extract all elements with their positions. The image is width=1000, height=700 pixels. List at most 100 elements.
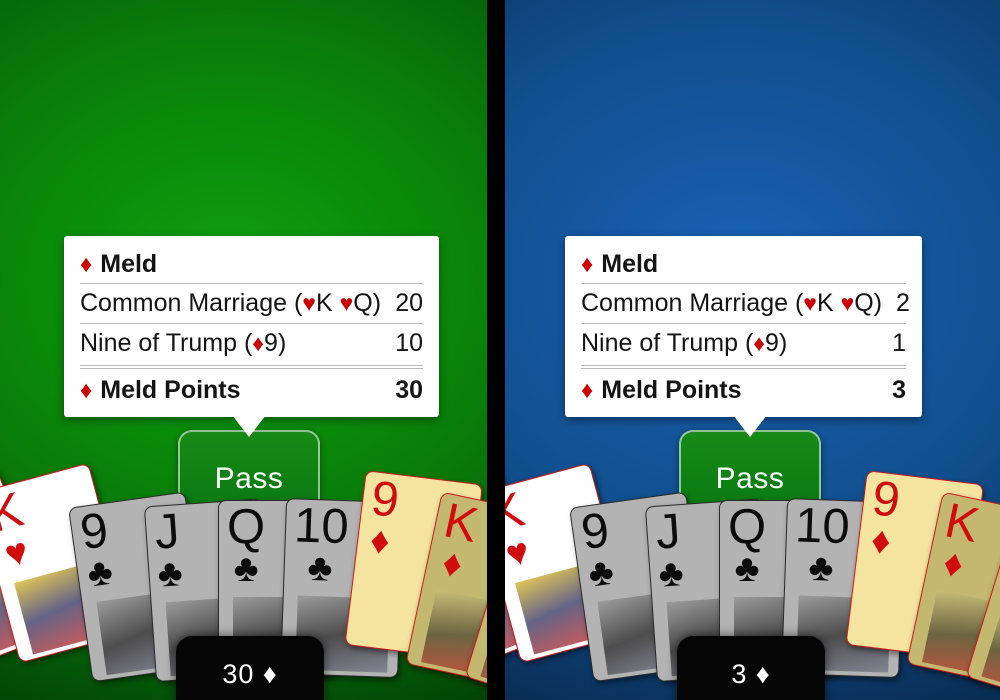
- tooltip-tail-right: [733, 415, 767, 437]
- card-corner: Q ♣: [227, 500, 266, 590]
- card-face-art: [981, 605, 1000, 700]
- meld-row-suffix: ): [778, 329, 788, 357]
- meld-row-prefix: Common Marriage (: [581, 289, 804, 317]
- card-suit-pip: ♣: [734, 548, 760, 590]
- meld-points-row: ♦ Meld Points 3: [581, 369, 906, 405]
- screenshot-stage: Pass Q ♥ K ♥ 9 ♣ J: [0, 0, 1000, 700]
- card-rank: 9: [368, 471, 402, 529]
- card-suit-pip: ♣: [585, 550, 617, 596]
- card-corner: K ♥: [0, 482, 38, 577]
- meld-row-value: 20: [395, 289, 423, 317]
- meld-row-common-marriage: Common Marriage (♥ K ♥ Q) 20: [80, 284, 423, 323]
- score-suit-icon: ♦: [262, 659, 278, 689]
- card-corner: J ♣: [654, 504, 685, 596]
- card-rank: 10: [293, 498, 350, 555]
- card-suit-pip: ♣: [84, 550, 116, 596]
- meld-row-prefix: Nine of Trump (: [581, 329, 754, 357]
- meld-tooltip-header: ♦ Meld: [581, 250, 906, 283]
- card-suit-pip: ♣: [657, 552, 685, 596]
- diamond-icon: ♦: [581, 251, 594, 278]
- meld-points-text: Meld Points: [100, 376, 241, 404]
- score-value: 3: [731, 659, 748, 689]
- meld-row-common-marriage: Common Marriage (♥ K ♥ Q) 2: [581, 284, 910, 323]
- meld-row-suffix: ): [873, 289, 883, 317]
- meld-points-label: ♦ Meld Points: [581, 376, 742, 405]
- meld-row-value: 2: [896, 289, 910, 317]
- card-rank: 9: [869, 471, 903, 529]
- card-corner: 9 ♦: [865, 471, 903, 564]
- card-corner: 9 ♣: [77, 503, 116, 596]
- meld-tooltip-left: ♦ Meld Common Marriage (♥ K ♥ Q) 20 Nine o…: [64, 236, 439, 417]
- meld-row-value: 1: [892, 329, 906, 357]
- meld-points-row: ♦ Meld Points 30: [80, 369, 423, 405]
- card-suit-pip: ♥: [0, 530, 34, 577]
- heart-icon-a: ♥: [302, 290, 316, 316]
- meld-header-label: ♦ Meld: [80, 250, 157, 279]
- meld-header-text: Meld: [601, 250, 659, 278]
- meld-row-rank-a: 9: [765, 329, 779, 357]
- card-rank: 10: [794, 498, 851, 555]
- meld-points-value: 3: [892, 376, 906, 404]
- meld-row-suffix: ): [277, 329, 287, 357]
- heart-icon-b: ♥: [840, 290, 855, 316]
- card-rank: Q: [227, 500, 266, 554]
- score-pill-right[interactable]: 3 ♦: [677, 636, 825, 700]
- meld-tooltip-right: ♦ Meld Common Marriage (♥ K ♥ Q) 2 Nine of…: [565, 236, 922, 417]
- meld-row-label: Nine of Trump (♦ 9): [80, 329, 286, 358]
- pass-button-label: Pass: [715, 462, 785, 495]
- meld-row-nine-of-trump: Nine of Trump (♦ 9) 10: [80, 324, 423, 363]
- diamond-icon: ♦: [80, 251, 93, 278]
- meld-row-prefix: Common Marriage (: [80, 289, 303, 317]
- score-pill-text: 3 ♦: [677, 659, 825, 690]
- meld-points-label: ♦ Meld Points: [80, 376, 241, 405]
- heart-icon-a: ♥: [803, 290, 817, 316]
- diamond-icon-a: ♦: [252, 330, 265, 356]
- score-pill-left[interactable]: 30 ♦: [176, 636, 324, 700]
- green-table-panel: Pass Q ♥ K ♥ 9 ♣ J: [0, 0, 487, 700]
- card-rank: Q: [728, 500, 767, 554]
- card-suit-pip: ♣: [233, 548, 259, 590]
- card-corner: 10 ♣: [793, 498, 851, 590]
- diamond-icon: ♦: [581, 377, 594, 404]
- meld-header-text: Meld: [100, 250, 158, 278]
- score-pill-text: 30 ♦: [176, 659, 324, 690]
- meld-row-label: Common Marriage (♥ K ♥ Q): [581, 289, 882, 318]
- card-suit-pip: ♣: [156, 552, 184, 596]
- card-corner: Q ♣: [728, 500, 767, 590]
- card-corner: J ♣: [153, 504, 184, 596]
- blue-table-panel: Pass Q ♥ K ♥ 9 ♣ J: [505, 0, 1000, 700]
- meld-points-text: Meld Points: [601, 376, 742, 404]
- meld-row-nine-of-trump: Nine of Trump (♦ 9) 1: [581, 324, 906, 363]
- card-corner: K ♥: [505, 482, 539, 576]
- card-corner: K ♦: [933, 493, 983, 586]
- diamond-icon: ♦: [80, 377, 93, 404]
- meld-row-rank-a: 9: [264, 329, 278, 357]
- meld-row-label: Nine of Trump (♦ 9): [581, 329, 787, 358]
- card-suit-pip: ♣: [306, 546, 334, 590]
- meld-row-rank-b: Q: [353, 289, 373, 317]
- score-suit-icon: ♦: [755, 659, 771, 689]
- card-rank: J: [654, 504, 683, 560]
- meld-row-prefix: Nine of Trump (: [80, 329, 253, 357]
- score-value: 30: [222, 659, 255, 689]
- meld-row-rank-a: K: [315, 289, 333, 317]
- heart-icon-b: ♥: [339, 290, 354, 316]
- card-suit-pip: ♣: [807, 546, 835, 590]
- meld-row-rank-a: K: [816, 289, 834, 317]
- meld-row-label: Common Marriage (♥ K ♥ Q): [80, 289, 381, 318]
- diamond-icon-a: ♦: [753, 330, 766, 356]
- card-face-art: [480, 605, 487, 700]
- card-corner: K ♦: [432, 493, 482, 586]
- card-corner: 10 ♣: [292, 498, 350, 590]
- meld-row-rank-b: Q: [854, 289, 874, 317]
- panel-divider: [487, 0, 505, 700]
- meld-header-label: ♦ Meld: [581, 250, 658, 279]
- pass-button-label: Pass: [214, 462, 284, 495]
- tooltip-tail-left: [232, 415, 266, 437]
- card-corner: 9 ♦: [364, 471, 402, 564]
- meld-tooltip-header: ♦ Meld: [80, 250, 423, 283]
- card-suit-pip: ♦: [367, 519, 393, 564]
- meld-points-value: 30: [395, 376, 423, 404]
- card-suit-pip: ♦: [868, 519, 894, 564]
- card-rank: J: [153, 504, 182, 560]
